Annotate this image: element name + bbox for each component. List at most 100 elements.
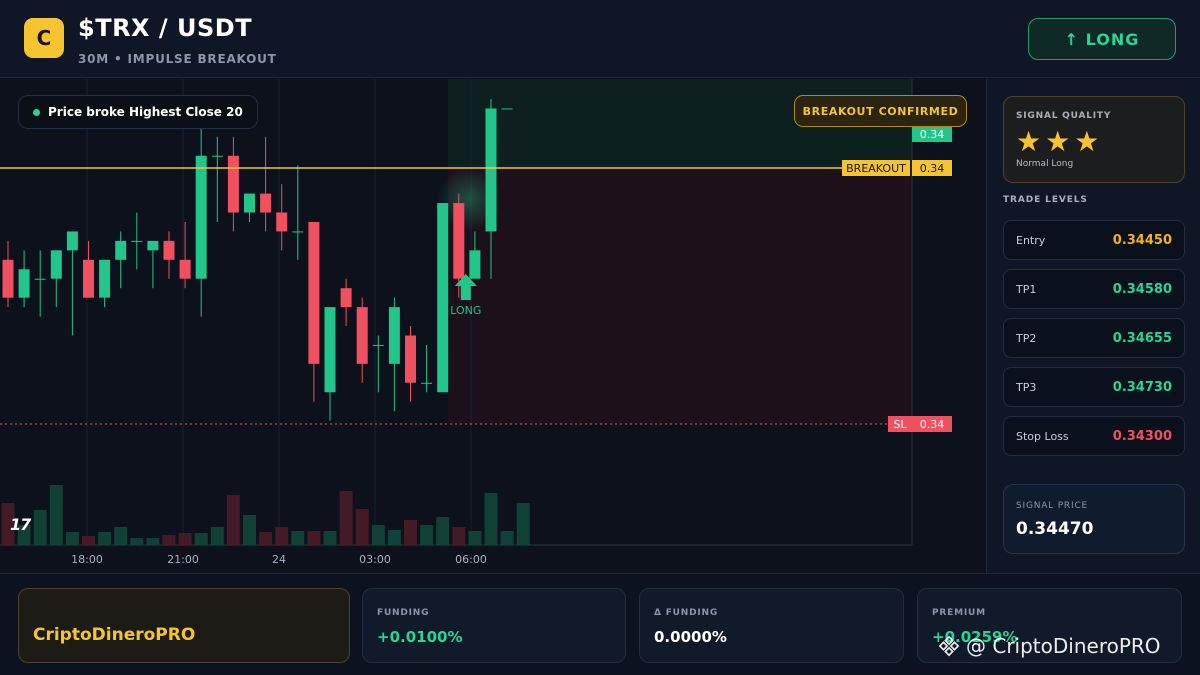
signal-quality-card: SIGNAL QUALITY ★★★ Normal Long	[1003, 96, 1185, 183]
volume-bar	[387, 530, 401, 545]
watermark: @ CriptoDineroPRO	[938, 634, 1161, 658]
volume-bar	[226, 495, 240, 545]
volume-bar	[339, 491, 353, 545]
volume-bar	[307, 531, 321, 545]
breakout-confirmed-badge: BREAKOUT CONFIRMED	[794, 95, 967, 127]
price-chart[interactable]: BREAKOUT 0.34 0.34 SL 0.34 LONG 18:00 21:00 24 0…	[0, 79, 985, 573]
level-tp2: TP2 0.34655	[1003, 318, 1185, 358]
long-button[interactable]: ↑ LONG	[1028, 18, 1176, 60]
signal-price-label: SIGNAL PRICE	[1016, 501, 1089, 511]
candlestick-chart[interactable]: BREAKOUT 0.34 0.34 SL 0.34 LONG 18:00 21:00 24 0…	[0, 79, 985, 573]
x-tick-label: 18:00	[71, 553, 103, 566]
risk-zone	[448, 168, 912, 424]
candle-body	[131, 240, 143, 242]
volume-bar	[194, 533, 208, 545]
signal-quality-label: SIGNAL QUALITY	[1016, 111, 1112, 121]
volume-bar	[259, 532, 273, 545]
pair-subtitle: 30M • IMPULSE BREAKOUT	[78, 52, 277, 66]
volume-bar	[49, 485, 63, 545]
level-name: Stop Loss	[1016, 429, 1069, 443]
signal-price-value: 0.34470	[1016, 519, 1094, 539]
volume-bar	[500, 531, 514, 545]
long-signal-label: LONG	[450, 304, 481, 317]
brand-card: CriptoDineroPRO	[18, 588, 350, 663]
level-name: TP3	[1016, 380, 1037, 394]
candle-body	[83, 259, 94, 298]
volume-bar	[404, 520, 417, 545]
breakout-label: BREAKOUT	[846, 162, 906, 175]
candle-body	[115, 240, 127, 260]
candle-body	[244, 193, 255, 213]
level-value: 0.34300	[1112, 428, 1172, 444]
volume-bar	[516, 503, 530, 545]
candle-body	[195, 155, 207, 279]
tradingview-logo: 17	[10, 515, 31, 534]
candle-body	[227, 155, 239, 213]
volume-bar	[243, 515, 256, 545]
premium-label: PREMIUM	[932, 608, 986, 618]
volume-bar	[275, 527, 289, 545]
x-tick-label: 21:00	[167, 553, 199, 566]
level-stop-loss: Stop Loss 0.34300	[1003, 416, 1185, 456]
candle-body	[2, 259, 14, 298]
candle-body	[99, 259, 111, 298]
candle-body	[469, 250, 481, 279]
level-value: 0.34655	[1112, 330, 1172, 346]
level-name: TP1	[1016, 282, 1037, 296]
candle-body	[179, 259, 191, 279]
signal-sidebar: SIGNAL QUALITY ★★★ Normal Long TRADE LEV…	[986, 79, 1200, 573]
candle-body	[34, 278, 46, 280]
star-rating-icon: ★★★	[1016, 125, 1104, 158]
volume-bar	[468, 531, 482, 545]
status-dot	[33, 108, 40, 116]
candle-body	[421, 382, 433, 384]
app-logo: C	[24, 18, 64, 58]
breakout-price-tag: 0.34	[920, 162, 945, 175]
level-tp3: TP3 0.34730	[1003, 367, 1185, 407]
volume-bar	[98, 532, 112, 545]
volume-bar	[420, 525, 434, 545]
funding-card: FUNDING +0.0100%	[362, 588, 626, 663]
breakout-info-pill: Price broke Highest Close 20	[18, 95, 258, 129]
candle-body	[372, 344, 384, 346]
level-name: Entry	[1016, 233, 1046, 247]
level-value: 0.34580	[1112, 281, 1172, 297]
footer: CriptoDineroPRO FUNDING +0.0100% Δ FUNDI…	[0, 573, 1200, 675]
breakout-info-text: Price broke Highest Close 20	[48, 105, 243, 119]
volume-bar	[65, 532, 79, 545]
delta-funding-label: Δ FUNDING	[654, 608, 719, 618]
sl-price-tag: 0.34	[920, 418, 945, 431]
signal-quality-note: Normal Long	[1016, 159, 1074, 169]
x-tick-label: 06:00	[455, 553, 487, 566]
candle-body	[211, 155, 223, 157]
level-name: TP2	[1016, 331, 1037, 345]
volume-bar	[484, 493, 498, 545]
delta-funding-value: 0.0000%	[654, 628, 727, 646]
funding-value: +0.0100%	[377, 628, 463, 646]
candle-body	[147, 240, 159, 251]
level-value: 0.34730	[1112, 379, 1172, 395]
candle-body	[388, 307, 400, 364]
volume-bar	[210, 527, 224, 545]
sl-label: SL	[893, 418, 907, 431]
last-price-tag: 0.34	[920, 128, 945, 141]
volume-bar	[114, 527, 128, 545]
brand-name: CriptoDineroPRO	[33, 625, 196, 645]
candle-body	[292, 231, 304, 233]
candle-body	[356, 307, 368, 364]
trade-levels-title: TRADE LEVELS	[1003, 195, 1088, 205]
pair-title: $TRX / USDT	[78, 14, 253, 42]
x-tick-label: 03:00	[359, 553, 391, 566]
volume-bar	[323, 531, 337, 545]
candle-body	[501, 108, 513, 110]
candle-body	[50, 250, 62, 279]
volume-bar	[436, 517, 450, 545]
volume-bar	[291, 531, 305, 545]
level-entry: Entry 0.34450	[1003, 220, 1185, 260]
candle-body	[453, 203, 465, 279]
volume-bar	[130, 538, 144, 545]
candle-body	[18, 269, 30, 298]
binance-diamond-icon	[938, 635, 960, 657]
x-tick-label: 24	[272, 553, 286, 566]
candle-body	[163, 240, 175, 260]
